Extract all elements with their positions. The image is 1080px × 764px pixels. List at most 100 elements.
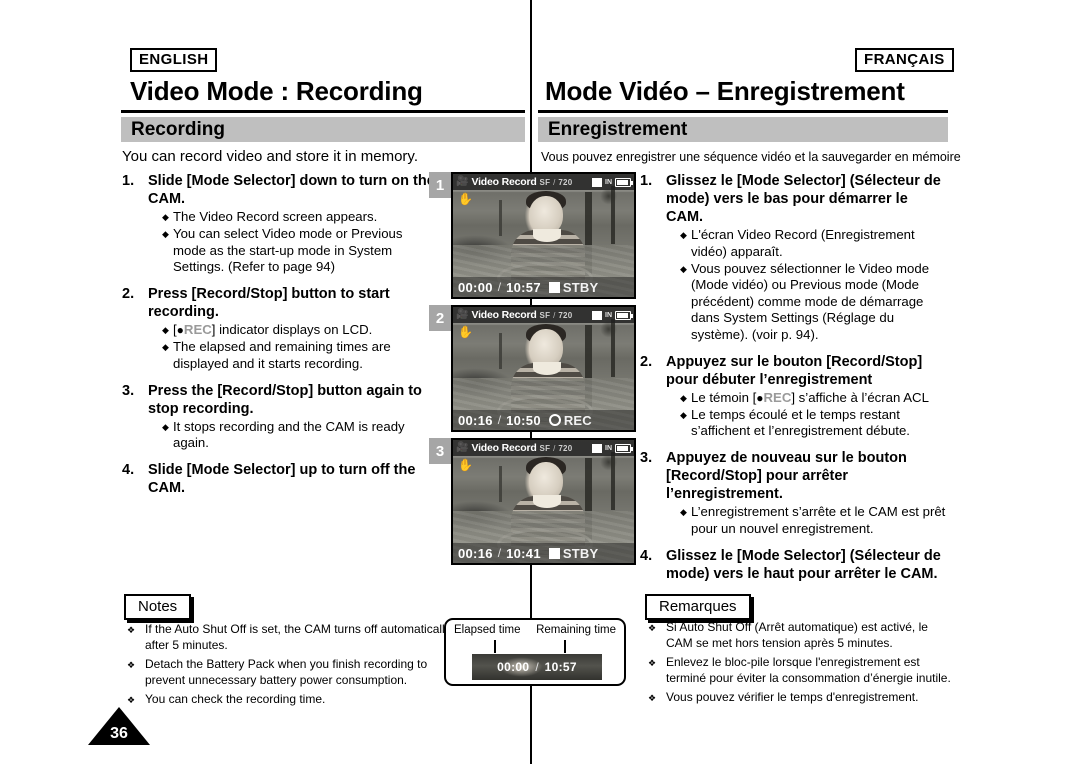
bullet-item: Vous pouvez sélectionner le Video mode (… (680, 261, 948, 344)
lcd-storage-label: IN (605, 444, 612, 452)
lcd-separator: / (553, 443, 556, 453)
child-collar-shape (533, 229, 561, 242)
lcd-separator: / (553, 310, 556, 320)
language-badge-french: FRANÇAIS (855, 48, 954, 72)
step-number: 4. (640, 547, 653, 564)
step-item: 2. Press [Record/Stop] button to start r… (122, 285, 437, 373)
step-number: 4. (122, 462, 135, 478)
step-item: 1. Slide [Mode Selector] down to turn on… (122, 172, 437, 276)
step-item: 4. Slide [Mode Selector] up to turn off … (122, 461, 437, 497)
callout-lcd-strip: 00:00 / 10:57 (472, 654, 602, 680)
lcd-resolution-label: 720 (558, 443, 573, 453)
lcd-state-label: STBY (562, 545, 599, 561)
lcd-time-separator: / (497, 280, 502, 294)
note-item: Enlevez le bloc-pile lorsque l'enregistr… (643, 655, 953, 686)
step-number: 2. (640, 353, 653, 370)
step-bullets: The Video Record screen appears. You can… (148, 209, 437, 276)
steps-list-french: 1. Glissez le [Mode Selector] (Sélecteur… (640, 172, 948, 587)
camcorder-icon: 🎥 (456, 176, 469, 187)
lcd-screen-figure-2: 🎥 Video Record SF / 720 IN ✋ 00:16 / 10:… (451, 305, 636, 432)
lcd-mode-label: Video Record (471, 176, 537, 188)
lcd-screen-figure-3: 🎥 Video Record SF / 720 IN ✋ 00:16 / 10:… (451, 438, 636, 565)
bullet-item: You can select Video mode or Previous mo… (162, 226, 437, 276)
rec-tag-label: REC (763, 389, 792, 405)
step-item: 2. Appuyez sur le bouton [Record/Stop] p… (640, 353, 948, 441)
pole-shape (499, 333, 502, 369)
rec-dot-icon: ● (756, 390, 764, 405)
pole-shape (499, 200, 502, 236)
step-bullets: It stops recording and the CAM is ready … (148, 419, 437, 452)
lcd-quality-label: SF (539, 177, 551, 187)
lcd-storage-label: IN (605, 178, 612, 186)
lcd-time-bar: 00:16 / 10:50 REC (453, 410, 634, 430)
lcd-time-bar: 00:16 / 10:41 STBY (453, 543, 634, 563)
lcd-remaining-time: 10:57 (506, 279, 541, 295)
lcd-storage-label: IN (605, 311, 612, 319)
lcd-state-indicator: STBY (548, 545, 599, 561)
lcd-state-label: REC (563, 412, 592, 428)
lcd-time-separator: / (497, 413, 502, 427)
child-collar-shape (533, 495, 561, 508)
memory-card-icon (592, 177, 602, 187)
step-item: 3. Appuyez de nouveau sur le bouton [Rec… (640, 449, 948, 538)
step-title: Slide [Mode Selector] down to turn on th… (148, 173, 435, 207)
remaining-time-label: Remaining time (536, 624, 616, 636)
rec-circle-icon (548, 414, 561, 426)
screen-step-badge-1: 1 (429, 172, 451, 198)
callout-remaining-value: 10:57 (544, 660, 577, 674)
elapsed-time-label: Elapsed time (454, 624, 521, 636)
section-title-english: Recording (131, 119, 225, 140)
time-callout-box: Elapsed time Remaining time 00:00 / 10:5… (444, 618, 626, 686)
anti-shake-hand-icon: ✋ (458, 325, 473, 339)
lcd-mode-label: Video Record (471, 309, 537, 321)
step-item: 4. Glissez le [Mode Selector] (Sélecteur… (640, 547, 948, 583)
tree-shape (585, 192, 592, 276)
section-header-bar-french: Enregistrement (538, 117, 948, 142)
notes-label-english: Notes (124, 594, 192, 620)
lcd-remaining-time: 10:50 (506, 412, 541, 428)
camcorder-icon: 🎥 (456, 442, 469, 453)
steps-list-english: 1. Slide [Mode Selector] down to turn on… (122, 172, 437, 501)
bullet-item: It stops recording and the CAM is ready … (162, 419, 437, 452)
notes-list-french: Si Auto Shut Off (Arrêt automatique) est… (643, 620, 953, 710)
lcd-time-separator: / (497, 546, 502, 560)
memory-card-icon (592, 310, 602, 320)
step-item: 1. Glissez le [Mode Selector] (Sélecteur… (640, 172, 948, 344)
step-title: Glissez le [Mode Selector] (Sélecteur de… (666, 173, 941, 225)
page-title-english: Video Mode : Recording (130, 76, 423, 106)
note-item: You can check the recording time. (122, 692, 452, 708)
callout-elapsed-value: 00:00 (497, 660, 530, 674)
lcd-state-indicator: STBY (548, 279, 599, 295)
step-number: 3. (640, 450, 653, 466)
title-rule-english (121, 110, 525, 113)
leader-line-elapsed (494, 640, 496, 653)
section-title-french: Enregistrement (548, 119, 688, 140)
anti-shake-hand-icon: ✋ (458, 192, 473, 206)
step-bullets: Le témoin [●REC] s’affiche à l’écran ACL… (666, 390, 948, 440)
bullet-item: Le temps écoulé et le temps restant s’af… (680, 407, 948, 440)
step-title: Slide [Mode Selector] up to turn off the… (148, 462, 416, 496)
step-bullets: L'écran Video Record (Enregistrement vid… (666, 227, 948, 343)
rec-dot-icon: ● (176, 323, 184, 337)
note-item: If the Auto Shut Off is set, the CAM tur… (122, 622, 452, 653)
page-title-french: Mode Vidéo – Enregistrement (545, 76, 905, 106)
lcd-elapsed-time: 00:16 (458, 545, 493, 561)
lcd-elapsed-time: 00:00 (458, 279, 493, 295)
lcd-time-bar: 00:00 / 10:57 STBY (453, 277, 634, 297)
language-badge-english: ENGLISH (130, 48, 218, 72)
screen-step-badge-3: 3 (429, 438, 451, 464)
battery-icon (615, 443, 633, 453)
bullet-item: L'écran Video Record (Enregistrement vid… (680, 227, 948, 260)
page-number-badge: 36 (88, 707, 150, 745)
leader-line-remaining (564, 640, 566, 653)
tree-shape (611, 452, 615, 510)
lcd-screen-figure-1: 🎥 Video Record SF / 720 IN ✋ 00:00 / 10:… (451, 172, 636, 299)
battery-icon (615, 177, 633, 187)
lcd-state-label: STBY (562, 279, 599, 295)
note-item: Detach the Battery Pack when you finish … (122, 657, 452, 688)
lcd-status-bar: 🎥 Video Record SF / 720 IN (453, 174, 634, 190)
battery-icon (615, 310, 633, 320)
manual-page: ENGLISH Video Mode : Recording Recording… (0, 0, 1080, 764)
stby-square-icon (548, 281, 560, 293)
step-number: 1. (640, 173, 653, 189)
